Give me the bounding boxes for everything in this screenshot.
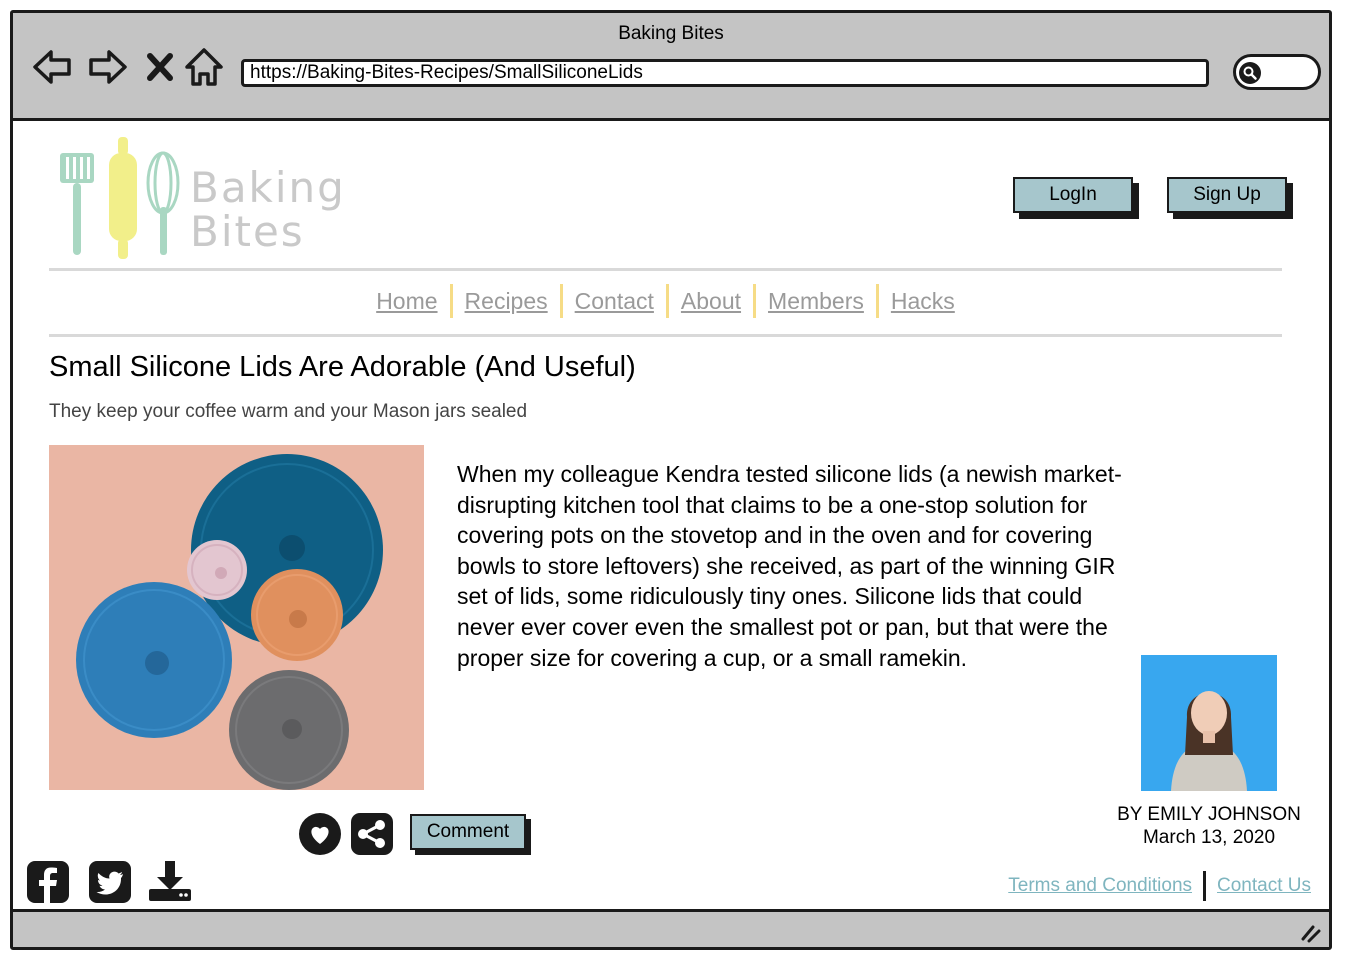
browser-status-bar <box>13 909 1329 947</box>
footer-links: Terms and Conditions Contact Us <box>1008 871 1311 901</box>
url-input[interactable]: https://Baking-Bites-Recipes/SmallSilico… <box>241 59 1209 87</box>
footer-separator <box>1203 871 1207 901</box>
site-logo[interactable]: Baking Bites <box>56 135 356 263</box>
nav-members[interactable]: Members <box>756 288 876 315</box>
nav-about[interactable]: About <box>669 288 753 315</box>
browser-toolbar: Baking Bites https://Baking-Bites-Recipe… <box>13 13 1329 121</box>
article-subtitle: They keep your coffee warm and your Maso… <box>49 401 528 422</box>
window-title: Baking Bites <box>618 23 724 44</box>
login-button[interactable]: LogIn <box>1013 177 1133 213</box>
comment-button[interactable]: Comment <box>410 814 526 850</box>
close-icon[interactable] <box>143 47 177 87</box>
article-body: When my colleague Kendra tested silicone… <box>457 461 1122 671</box>
browser-window: Baking Bites https://Baking-Bites-Recipe… <box>10 10 1332 950</box>
author-photo <box>1141 655 1277 791</box>
share-icon[interactable] <box>351 813 393 855</box>
search-icon <box>1239 62 1261 84</box>
nav-contact[interactable]: Contact <box>563 288 666 315</box>
home-icon[interactable] <box>183 47 225 87</box>
facebook-icon[interactable] <box>27 861 69 903</box>
publish-date: March 13, 2020 <box>1142 827 1276 848</box>
divider <box>49 268 1282 271</box>
signup-button[interactable]: Sign Up <box>1167 177 1287 213</box>
logo-text: Bites <box>190 207 305 256</box>
nav-recipes[interactable]: Recipes <box>453 288 560 315</box>
nav-home[interactable]: Home <box>364 288 449 315</box>
twitter-icon[interactable] <box>89 861 131 903</box>
author-name: BY EMILY JOHNSON <box>1117 804 1301 825</box>
contact-link[interactable]: Contact Us <box>1217 875 1311 897</box>
back-icon[interactable] <box>31 47 73 87</box>
logo-text: Baking <box>190 163 346 212</box>
nav-hacks[interactable]: Hacks <box>879 288 967 315</box>
browser-search-field[interactable] <box>1233 54 1321 90</box>
divider <box>49 334 1282 337</box>
resize-grip-icon[interactable] <box>1299 919 1323 943</box>
page-title: Small Silicone Lids Are Adorable (And Us… <box>49 351 636 383</box>
main-nav: Home Recipes Contact About Members Hacks <box>49 281 1282 321</box>
heart-icon[interactable] <box>299 813 341 855</box>
forward-icon[interactable] <box>87 47 129 87</box>
kitchen-utensils-icon <box>60 137 180 259</box>
article-image <box>49 445 424 790</box>
author-byline: BY EMILY JOHNSON March 13, 2020 <box>1103 803 1315 849</box>
terms-link[interactable]: Terms and Conditions <box>1008 875 1192 897</box>
download-icon[interactable] <box>149 859 191 901</box>
